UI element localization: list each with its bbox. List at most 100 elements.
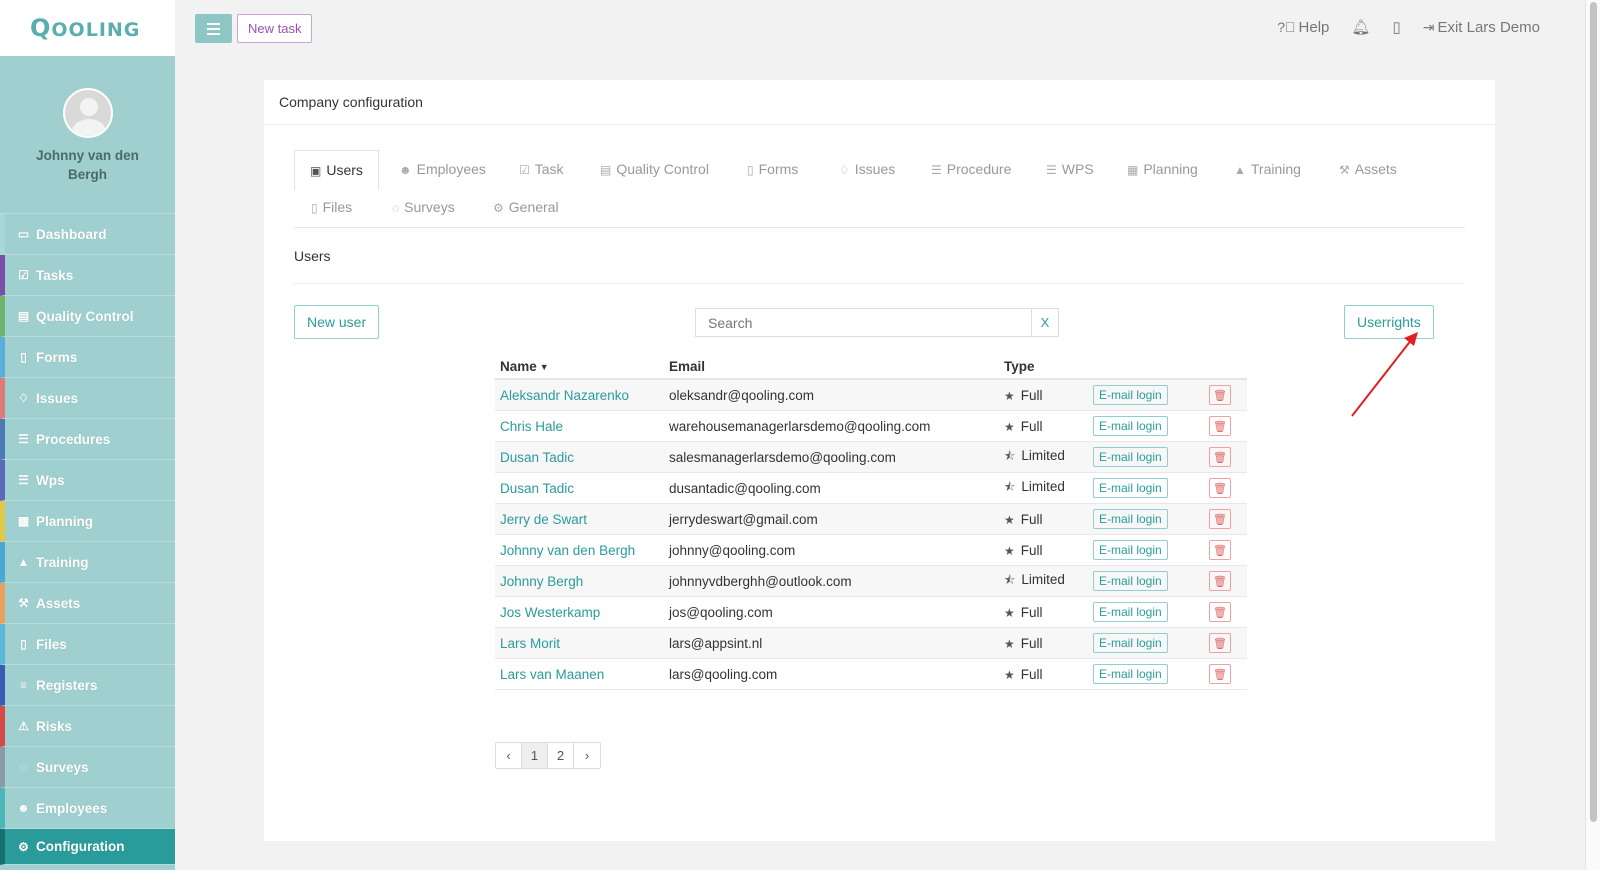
user-name-link[interactable]: Dusan Tadic (495, 481, 669, 496)
sidebar-item-wps[interactable]: ☰ Wps (0, 460, 175, 501)
tab-users[interactable]: ▣ Users (294, 150, 379, 191)
delete-button[interactable]: 🗑︎ (1209, 478, 1231, 498)
sidebar-item-quality-control[interactable]: ▤ Quality Control (0, 296, 175, 337)
scrollbar-thumb[interactable] (1590, 2, 1597, 822)
pagination-page-2[interactable]: 2 (548, 743, 574, 768)
user-name-link[interactable]: Chris Hale (495, 419, 669, 434)
user-name-link[interactable]: Lars van Maanen (495, 667, 669, 682)
delete-button[interactable]: 🗑︎ (1209, 540, 1231, 560)
new-user-button[interactable]: New user (294, 305, 380, 339)
sidebar-item-forms[interactable]: ▯ Forms (0, 337, 175, 378)
user-email: lars@appsint.nl (669, 635, 763, 651)
user-email: johnnyvdberghh@outlook.com (669, 573, 852, 589)
sidebar-item-tasks[interactable]: ☑ Tasks (0, 255, 175, 296)
pagination-page-1[interactable]: 1 (522, 743, 548, 768)
sidebar-item-employees[interactable]: ☻ Employees (0, 788, 175, 829)
sidebar-item-issues[interactable]: ♢ Issues (0, 378, 175, 419)
delete-button[interactable]: 🗑︎ (1209, 633, 1231, 653)
user-name-link[interactable]: Aleksandr Nazarenko (495, 388, 669, 403)
email-login-button[interactable]: E-mail login (1093, 509, 1168, 529)
qooling-logo[interactable]: QOOLING (30, 14, 140, 42)
pagination-prev-button[interactable]: ‹ (496, 743, 522, 768)
bell-icon[interactable]: 🔔︎ (1351, 18, 1370, 36)
email-login-button[interactable]: E-mail login (1093, 602, 1168, 622)
tab-surveys[interactable]: ◌ Surveys (377, 188, 470, 228)
login-cell: E-mail login (1093, 602, 1209, 622)
tab-planning[interactable]: ▦ Planning (1112, 150, 1213, 190)
search-clear-button[interactable]: X (1031, 308, 1059, 337)
email-login-button[interactable]: E-mail login (1093, 540, 1168, 560)
user-name-link[interactable]: Johnny van den Bergh (495, 543, 669, 558)
page-scrollbar[interactable] (1585, 0, 1600, 870)
tab-task[interactable]: ☑ Task (504, 150, 579, 190)
user-type: ★ Full (1002, 512, 1093, 527)
sidebar-item-planning[interactable]: ▦ Planning (0, 501, 175, 542)
top-right-actions: ?⃝ Help 🔔︎ ▯ ⇥ Exit Lars Demo (1277, 18, 1540, 37)
tab-training[interactable]: ▲ Training (1219, 150, 1316, 190)
calendar-icon: ▦ (1127, 163, 1139, 177)
section-title: Users (294, 248, 331, 264)
tab-general[interactable]: ⚙ General (478, 188, 574, 228)
help-link[interactable]: ?⃝ Help (1277, 19, 1329, 36)
file-icon: ▯ (747, 163, 754, 177)
login-cell: E-mail login (1093, 385, 1209, 405)
email-login-button[interactable]: E-mail login (1093, 385, 1168, 405)
sidebar-item-procedures[interactable]: ☰ Procedures (0, 419, 175, 460)
tab-assets[interactable]: ⚒ Assets (1324, 150, 1412, 190)
tab-files[interactable]: ▯ Files (296, 188, 367, 228)
delete-button[interactable]: 🗑︎ (1209, 447, 1231, 467)
user-name-link[interactable]: Jerry de Swart (495, 512, 669, 527)
delete-button[interactable]: 🗑︎ (1209, 416, 1231, 436)
search-input[interactable] (695, 308, 1032, 337)
logo-area[interactable]: QOOLING (0, 0, 175, 56)
tab-wps[interactable]: ☰ WPS (1031, 150, 1109, 190)
sidebar-item-surveys[interactable]: ◌ Surveys (0, 747, 175, 788)
avatar[interactable] (62, 88, 113, 138)
email-login-button[interactable]: E-mail login (1093, 478, 1168, 498)
email-login-button[interactable]: E-mail login (1093, 447, 1168, 467)
sidebar-item-training[interactable]: ▲ Training (0, 542, 175, 583)
list-icon: ☰ (931, 163, 942, 177)
user-name-link[interactable]: Johnny Bergh (495, 574, 669, 589)
sidebar-item-files[interactable]: ▯ Files (0, 624, 175, 665)
table-row: Johnny van den Bergh johnny@qooling.com ★ F… (495, 535, 1247, 566)
user-type: ★ Full (1002, 388, 1093, 403)
sidebar-item-assets[interactable]: ⚒ Assets (0, 583, 175, 624)
name-column-header[interactable]: Name ▼ (495, 356, 669, 378)
exit-label: Exit Lars Demo (1437, 18, 1540, 36)
login-cell: E-mail login (1093, 478, 1209, 498)
sidebar-item-configuration[interactable]: ⚙ Configuration (0, 829, 175, 865)
user-type-label: Limited (1021, 447, 1065, 463)
user-name-link[interactable]: Dusan Tadic (495, 450, 669, 465)
delete-button[interactable]: 🗑︎ (1209, 385, 1231, 405)
tab-procedure[interactable]: ☰ Procedure (916, 150, 1026, 190)
delete-button[interactable]: 🗑︎ (1209, 509, 1231, 529)
delete-button[interactable]: 🗑︎ (1209, 664, 1231, 684)
email-login-button[interactable]: E-mail login (1093, 633, 1168, 653)
sidebar-item-label: Procedures (36, 431, 111, 447)
tab-employees[interactable]: ☻ Employees (384, 150, 501, 190)
email-login-button[interactable]: E-mail login (1093, 664, 1168, 684)
new-task-button[interactable]: New task (237, 14, 313, 43)
star-icon: ★ (1004, 636, 1015, 651)
sidebar-item-registers[interactable]: ≡ Registers (0, 665, 175, 706)
pagination-next-button[interactable]: › (574, 743, 600, 768)
table-row: Dusan Tadic salesmanagerlarsdemo@qooling.… (495, 442, 1247, 473)
tab-forms[interactable]: ▯ Forms (732, 150, 813, 190)
email-login-button[interactable]: E-mail login (1093, 416, 1168, 436)
delete-button[interactable]: 🗑︎ (1209, 602, 1231, 622)
user-name-link[interactable]: Lars Morit (495, 636, 669, 651)
sidebar-item-dashboard[interactable]: ▭ Dashboard (0, 214, 175, 255)
tab-quality-control[interactable]: ▤ Quality Control (585, 150, 724, 190)
building-icon[interactable]: ▯ (1392, 18, 1400, 36)
user-name-link[interactable]: Jos Westerkamp (495, 605, 669, 620)
sidebar-item-risks[interactable]: ⚠ Risks (0, 706, 175, 747)
delete-cell: 🗑︎ (1209, 633, 1247, 653)
email-login-button[interactable]: E-mail login (1093, 571, 1168, 591)
menu-toggle-button[interactable] (195, 14, 232, 43)
delete-button[interactable]: 🗑︎ (1209, 571, 1231, 591)
trash-icon: 🗑︎ (1213, 513, 1227, 526)
tab-label: General (508, 199, 559, 215)
tab-issues[interactable]: ♢ Issues (824, 150, 910, 190)
exit-link[interactable]: ⇥ Exit Lars Demo (1423, 19, 1540, 36)
